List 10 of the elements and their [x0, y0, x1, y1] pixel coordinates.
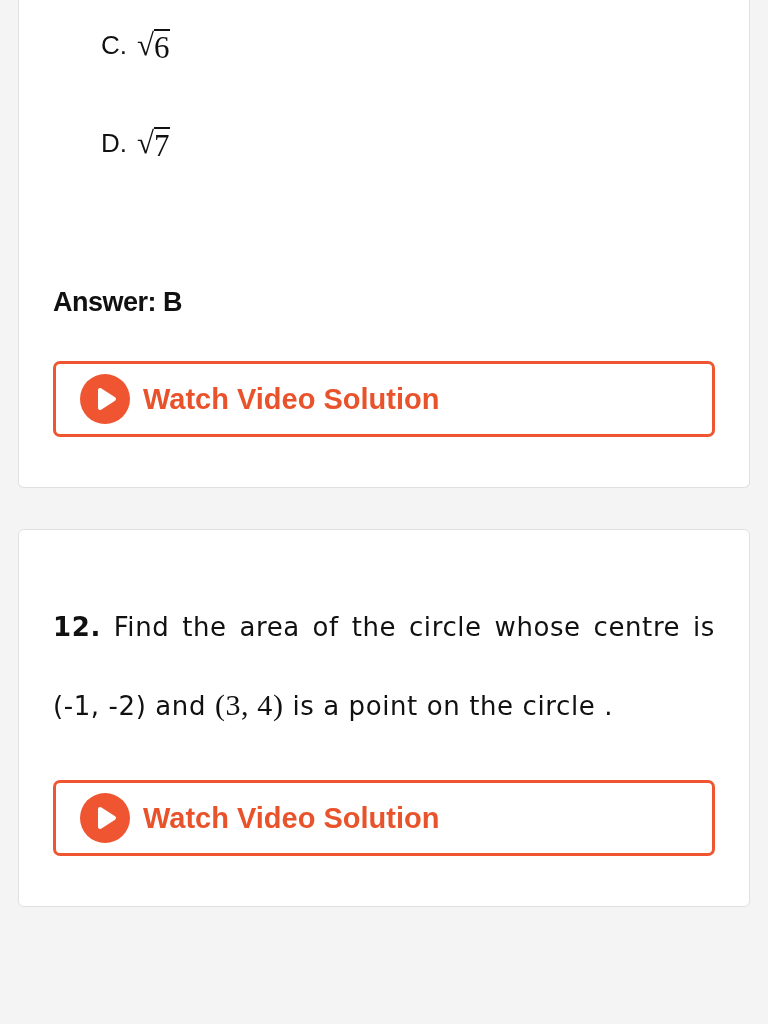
- option-value: √7: [137, 125, 170, 161]
- answer-text: Answer: B: [53, 286, 184, 319]
- play-icon: [80, 374, 130, 424]
- option-label: C.: [101, 29, 127, 61]
- option-value: √6: [137, 27, 170, 63]
- watch-video-button[interactable]: Watch Video Solution: [53, 361, 715, 437]
- option-label: D.: [101, 127, 127, 159]
- watch-video-button[interactable]: Watch Video Solution: [53, 780, 715, 856]
- question-text: 12. Find the area of the circle whose centre is (-1, -2) and (3, 4) is a point on the circle .: [53, 611, 715, 723]
- play-icon: [80, 793, 130, 843]
